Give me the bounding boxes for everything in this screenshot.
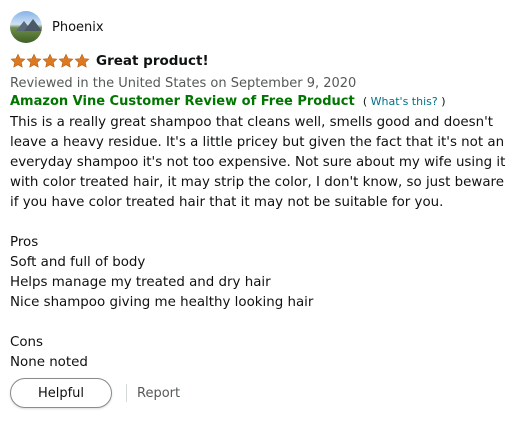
star-icon bbox=[10, 53, 26, 68]
cons-heading: Cons bbox=[10, 335, 44, 350]
avatar-mountain-shape bbox=[24, 19, 42, 31]
vine-help-close-paren: ) bbox=[441, 95, 446, 108]
pros-heading: Pros bbox=[10, 235, 39, 250]
star-icon bbox=[74, 53, 90, 68]
review-body: This is a really great shampoo that clea… bbox=[10, 113, 514, 373]
star-rating[interactable] bbox=[10, 53, 90, 69]
reviewer-name[interactable]: Phoenix bbox=[52, 20, 104, 35]
action-divider bbox=[126, 384, 127, 402]
report-link[interactable]: Report bbox=[137, 386, 180, 401]
pros-item: Helps manage my treated and dry hair bbox=[10, 275, 271, 290]
star-icon bbox=[58, 53, 74, 68]
reviewer-profile[interactable]: Phoenix bbox=[10, 10, 514, 44]
review-title[interactable]: Great product! bbox=[96, 53, 209, 69]
star-icon bbox=[26, 53, 42, 68]
cons-item: None noted bbox=[10, 355, 88, 370]
vine-help-open-paren: ( bbox=[362, 95, 368, 108]
vine-help: ( What's this? ) bbox=[363, 95, 446, 108]
avatar[interactable] bbox=[10, 11, 42, 43]
vine-badge-row: Amazon Vine Customer Review of Free Prod… bbox=[10, 94, 514, 109]
pros-item: Nice shampoo giving me healthy looking h… bbox=[10, 295, 314, 310]
pros-item: Soft and full of body bbox=[10, 255, 146, 270]
review-date: Reviewed in the United States on Septemb… bbox=[10, 76, 357, 91]
helpful-button[interactable]: Helpful bbox=[10, 378, 112, 408]
vine-review-label: Amazon Vine Customer Review of Free Prod… bbox=[10, 94, 355, 109]
review-paragraph: This is a really great shampoo that clea… bbox=[10, 115, 506, 210]
whats-this-link[interactable]: What's this? bbox=[371, 95, 438, 108]
customer-review: Phoenix Great product! Reviewed in the U… bbox=[10, 10, 514, 373]
review-actions: Helpful Report bbox=[10, 378, 180, 408]
star-icon bbox=[42, 53, 58, 68]
review-title-row: Great product! bbox=[10, 52, 514, 70]
